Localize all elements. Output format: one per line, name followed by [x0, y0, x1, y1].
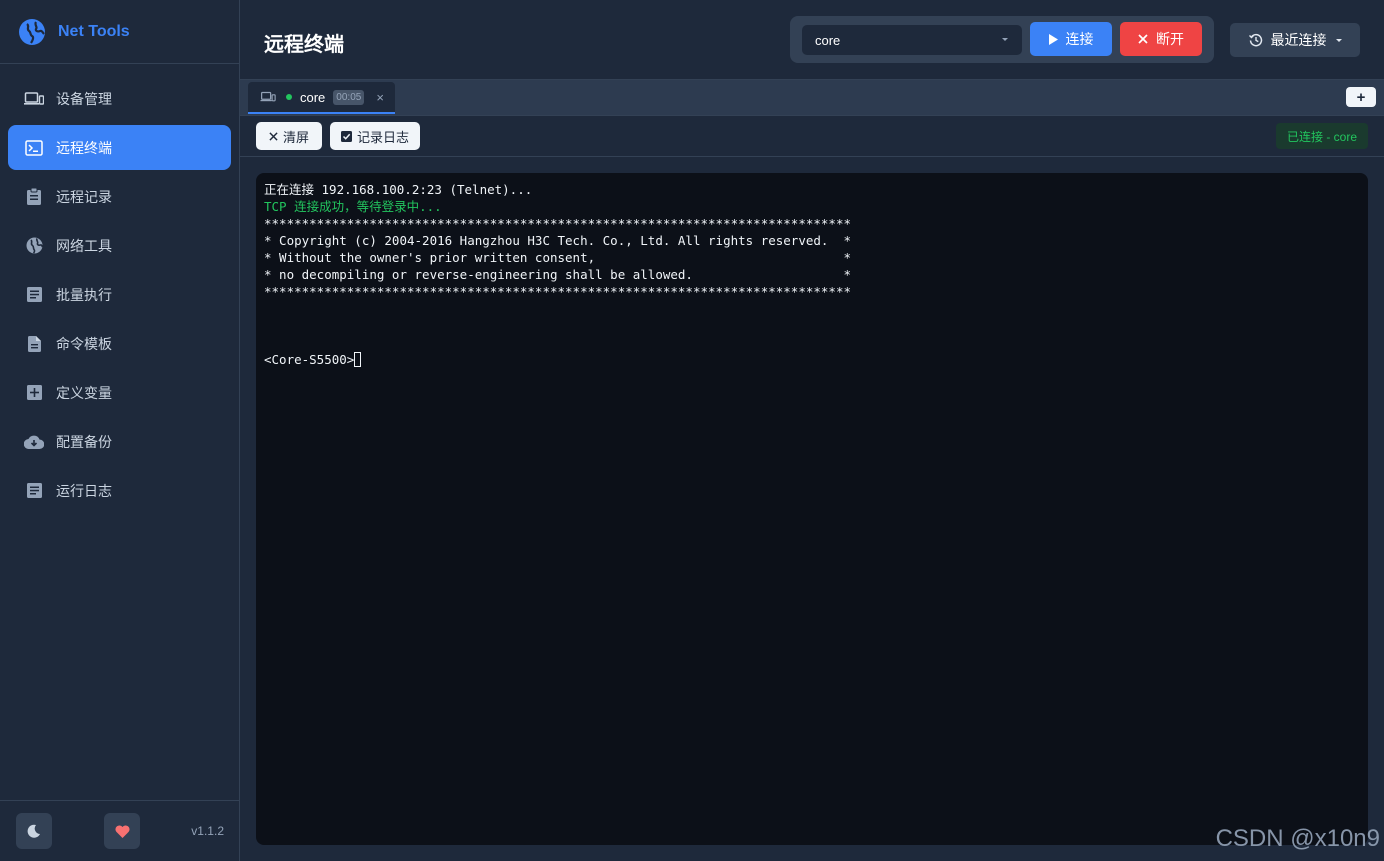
app-title: Net Tools	[58, 22, 130, 40]
sidebar-item-label: 运行日志	[56, 482, 112, 499]
sidebar-item-config-backup[interactable]: 配置备份	[8, 419, 231, 464]
file-icon	[24, 334, 44, 354]
play-icon	[1048, 33, 1058, 45]
heart-icon	[114, 824, 130, 838]
new-tab-button[interactable]: +	[1346, 87, 1376, 107]
chevron-down-icon	[1002, 38, 1008, 41]
sidebar-item-label: 远程记录	[56, 188, 112, 205]
plus-box-icon	[24, 383, 44, 403]
chevron-down-icon	[1335, 38, 1342, 42]
terminal-area: 正在连接 192.168.100.2:23 (Telnet)... TCP 连接…	[240, 157, 1384, 861]
connect-label: 连接	[1065, 31, 1094, 47]
disconnect-button[interactable]: 断开	[1120, 22, 1202, 56]
sidebar-item-device-management[interactable]: 设备管理	[8, 76, 231, 121]
sidebar-footer: v1.1.2	[0, 800, 240, 861]
cloud-download-icon	[24, 432, 44, 452]
brand: Net Tools	[0, 0, 239, 64]
sidebar-item-command-templates[interactable]: 命令模板	[8, 321, 231, 366]
connection-status-badge: 已连接 - core	[1275, 123, 1368, 149]
tab-label: core	[300, 89, 326, 105]
recent-connections-label: 最近连接	[1270, 32, 1327, 48]
moon-icon	[27, 824, 40, 838]
sidebar-item-label: 命令模板	[56, 335, 112, 352]
terminal-output[interactable]: 正在连接 192.168.100.2:23 (Telnet)... TCP 连接…	[256, 173, 1368, 845]
device-select[interactable]: core	[802, 25, 1022, 55]
sidebar-item-run-logs[interactable]: 运行日志	[8, 468, 231, 513]
history-icon	[1248, 33, 1263, 47]
record-log-button[interactable]: 记录日志	[330, 122, 420, 150]
terminal-prompt-line: <Core-S5500>	[264, 351, 1360, 368]
sidebar-item-batch-execute[interactable]: 批量执行	[8, 272, 231, 317]
sidebar-item-label: 批量执行	[56, 286, 112, 303]
terminal-line: * Without the owner's prior written cons…	[264, 250, 851, 265]
header: 远程终端 core 连接 断开 最近连接	[240, 0, 1384, 80]
favorite-button[interactable]	[104, 813, 140, 849]
terminal-prompt: <Core-S5500>	[264, 352, 355, 367]
sidebar-item-label: 网络工具	[56, 237, 112, 254]
devices-icon	[260, 91, 276, 102]
theme-toggle-button[interactable]	[16, 813, 52, 849]
checkbox-checked-icon	[340, 130, 352, 142]
close-icon	[1138, 34, 1148, 44]
terminal-line: 正在连接 192.168.100.2:23 (Telnet)...	[264, 182, 533, 197]
record-log-label: 记录日志	[356, 129, 409, 145]
clipboard-icon	[24, 187, 44, 207]
close-icon	[269, 131, 278, 141]
sidebar-item-network-tools[interactable]: 网络工具	[8, 223, 231, 268]
connected-status-dot	[286, 94, 292, 100]
app-version: v1.1.2	[191, 824, 224, 838]
session-timer: 00:05	[333, 89, 365, 105]
disconnect-label: 断开	[1156, 31, 1184, 47]
sidebar-item-label: 配置备份	[56, 433, 112, 450]
sidebar-item-remote-terminal[interactable]: 远程终端	[8, 125, 231, 170]
terminal-line: ****************************************…	[264, 284, 851, 299]
tab-core[interactable]: core 00:05 ×	[248, 82, 395, 114]
terminal-line: ****************************************…	[264, 216, 851, 231]
terminal-icon	[24, 138, 44, 158]
log-icon	[24, 481, 44, 501]
terminal-line: * no decompiling or reverse-engineering …	[264, 267, 851, 282]
globe-icon	[24, 236, 44, 256]
connect-button[interactable]: 连接	[1030, 22, 1112, 56]
session-tab-bar: core 00:05 × +	[240, 80, 1384, 116]
device-select-value: core	[815, 32, 841, 48]
sidebar-item-label: 远程终端	[56, 139, 112, 156]
sidebar-item-remote-records[interactable]: 远程记录	[8, 174, 231, 219]
list-icon	[24, 285, 44, 305]
sidebar-item-define-variables[interactable]: 定义变量	[8, 370, 231, 415]
terminal-cursor	[354, 352, 362, 367]
devices-icon	[24, 89, 44, 109]
connection-controls: core 连接 断开	[790, 16, 1214, 63]
sidebar-nav: 设备管理 远程终端 远程记录 网络工具 批量执行 命令模板 定义变量 配置备份 …	[0, 64, 239, 513]
sidebar: Net Tools 设备管理 远程终端 远程记录 网络工具 批量执行 命令模板 …	[0, 0, 240, 861]
terminal-toolbar: 清屏 记录日志 已连接 - core	[240, 116, 1384, 157]
watermark: CSDN @x10n9	[1215, 825, 1380, 852]
clear-screen-button[interactable]: 清屏	[256, 122, 322, 150]
sidebar-item-label: 设备管理	[56, 90, 112, 107]
clear-screen-label: 清屏	[282, 129, 309, 145]
page-title: 远程终端	[264, 34, 344, 56]
globe-logo-icon	[19, 18, 45, 45]
recent-connections-button[interactable]: 最近连接	[1230, 23, 1360, 57]
tab-close-icon[interactable]: ×	[376, 90, 384, 105]
terminal-line: TCP 连接成功，等待登录中...	[264, 199, 442, 214]
sidebar-item-label: 定义变量	[56, 384, 112, 401]
terminal-line: * Copyright (c) 2004-2016 Hangzhou H3C T…	[264, 233, 851, 248]
